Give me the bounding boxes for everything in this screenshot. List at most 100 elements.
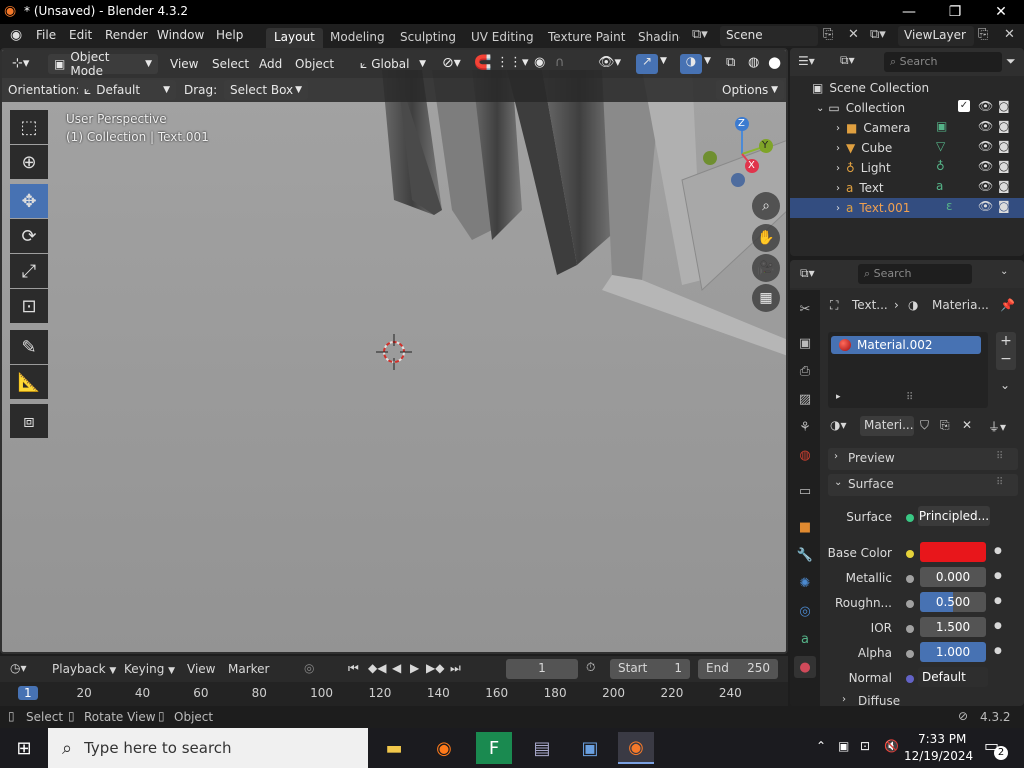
drag-grip-icon[interactable]: ⠿ — [996, 451, 1003, 462]
slot-menu-chevron-icon[interactable]: ⌄ — [1000, 378, 1010, 392]
timeline-editor[interactable]: ◷▾ Playback ▼ Keying ▼ View Marker ◎ ⏮ ◆… — [0, 656, 788, 706]
expand-down-icon[interactable]: ⌄ — [816, 103, 824, 114]
current-frame-field[interactable]: 1 — [506, 659, 578, 679]
material-slot-item[interactable]: Material.002 — [831, 336, 981, 354]
viewport-menu-select[interactable]: Select — [212, 57, 249, 71]
snap-target-icon[interactable]: ⋮⋮▾ — [496, 55, 529, 70]
keyframe-dot-icon[interactable]: ● — [994, 571, 1002, 581]
menu-render[interactable]: Render — [105, 28, 148, 42]
play-icon[interactable]: ▶ — [410, 661, 419, 675]
firefox-button[interactable]: ◉ — [426, 732, 462, 764]
surface-panel-header[interactable]: ⌄ Surface ⠿ — [828, 474, 1018, 496]
collection-tab[interactable]: ▭ — [794, 480, 816, 502]
material-slot-add-remove[interactable]: + − — [996, 332, 1016, 370]
playback-menu[interactable]: Playback ▼ — [52, 662, 116, 676]
timeline-view-menu[interactable]: View — [187, 662, 215, 676]
object-tab[interactable]: ■ — [794, 516, 816, 538]
timeline-editor-icon[interactable]: ◷▾ — [10, 661, 27, 675]
pan-button[interactable]: ✋ — [752, 224, 780, 252]
remove-view-layer-icon[interactable]: ✕ — [1004, 27, 1015, 42]
render-camera-icon[interactable]: ◙ — [998, 199, 1010, 213]
add-cube-tool[interactable]: ⧈ — [10, 404, 48, 438]
text-data-icon[interactable]: a — [936, 179, 943, 193]
jump-start-icon[interactable]: ⏮ — [348, 661, 359, 676]
physics-tab[interactable]: ◎ — [794, 600, 816, 622]
camera-view-button[interactable]: 🎥 — [752, 254, 780, 282]
chevron-down-icon[interactable]: ▼ — [704, 56, 711, 66]
render-camera-icon[interactable]: ◙ — [998, 119, 1010, 133]
select-box-tool[interactable]: ⬚ — [10, 110, 48, 144]
taskbar-date[interactable]: 12/19/2024 — [904, 749, 973, 763]
display-mode-icon[interactable]: ⧉▾ — [840, 53, 855, 68]
normal-field[interactable]: Default — [918, 667, 988, 687]
world-tab[interactable]: ◍ — [794, 444, 816, 466]
mode-dropdown[interactable]: ▣ Object Mode ▼ — [48, 50, 158, 78]
keyframe-dot-icon[interactable]: ● — [994, 546, 1002, 556]
file-explorer-button[interactable]: ▬ — [376, 732, 412, 764]
blender-menu-icon[interactable]: ◉ — [10, 27, 22, 43]
material-browse-icon[interactable]: ◑▾ — [830, 418, 847, 432]
auto-keying-icon[interactable]: ◎ — [304, 661, 314, 675]
scale-tool[interactable]: ⤢ — [10, 254, 48, 288]
mesh-data-icon[interactable]: ▽ — [936, 139, 945, 153]
material-tab[interactable]: ● — [794, 656, 816, 678]
windows-start-button[interactable]: ⊞ — [6, 732, 42, 764]
eye-icon[interactable]: 👁 — [978, 99, 993, 113]
minus-icon[interactable]: − — [1000, 351, 1012, 367]
snap-icon[interactable]: 🧲 — [474, 55, 491, 71]
view-layer-icon[interactable]: ⧉▾ — [870, 27, 886, 42]
maximize-button[interactable]: ❐ — [932, 0, 978, 24]
marker-menu[interactable]: Marker — [228, 662, 269, 676]
tab-texture-paint[interactable]: Texture Paint — [540, 28, 633, 48]
chevron-right-icon[interactable]: › — [842, 694, 846, 705]
chevron-right-icon[interactable]: › — [836, 143, 840, 154]
overlays-icon[interactable]: ◑ — [680, 54, 702, 74]
chevron-up-icon[interactable]: ⌃ — [816, 739, 826, 753]
3d-viewport[interactable]: ⊹▾ ▣ Object Mode ▼ View Select Add Objec… — [0, 48, 788, 654]
start-frame-field[interactable]: Start 1 — [610, 659, 690, 679]
tab-sculpting[interactable]: Sculpting — [392, 28, 464, 48]
network-icon[interactable]: ⊡ — [860, 739, 870, 753]
solid-shading-icon[interactable]: ● — [768, 53, 781, 71]
annotate-tool[interactable]: ✎ — [10, 330, 48, 364]
chevron-right-icon[interactable]: › — [836, 123, 840, 134]
scene-collection-row[interactable]: ▣ Scene Collection — [790, 78, 1024, 98]
zoom-button[interactable]: ⌕ — [752, 192, 780, 220]
view-layer-tab[interactable]: ▨ — [794, 388, 816, 410]
viewport-menu-view[interactable]: View — [170, 57, 198, 71]
editor-type-icon[interactable]: ⊹▾ — [12, 56, 29, 71]
outliner-item-camera[interactable]: › ■ Camera ▣ 👁 ◙ — [790, 118, 1024, 138]
data-tab[interactable]: a — [794, 628, 816, 650]
view-layer-field[interactable]: ViewLayer — [898, 26, 974, 46]
modifier-tab[interactable]: 🔧 — [794, 544, 816, 566]
rotate-tool[interactable]: ⟳ — [10, 219, 48, 253]
material-slot-list[interactable]: Material.002 ▸ ⠿ — [828, 332, 988, 408]
wireframe-shading-icon[interactable]: ◍ — [748, 55, 759, 70]
alpha-field[interactable]: 1.000 — [920, 642, 986, 662]
render-camera-icon[interactable]: ◙ — [998, 139, 1010, 153]
chevron-down-icon[interactable]: ⌄ — [1000, 266, 1008, 277]
keying-menu[interactable]: Keying ▼ — [124, 662, 175, 676]
render-camera-icon[interactable]: ◙ — [998, 159, 1010, 173]
render-camera-icon[interactable]: ◙ — [998, 99, 1010, 113]
properties-search-input[interactable]: ⌕ Search — [858, 264, 972, 284]
tab-shading[interactable]: Shading — [630, 28, 680, 48]
measure-tool[interactable]: 📐 — [10, 365, 48, 399]
unlink-material-icon[interactable]: ✕ — [962, 418, 972, 432]
eye-icon[interactable]: 👁 — [978, 199, 993, 213]
resize-grip-icon[interactable]: ⠿ — [906, 392, 913, 403]
close-button[interactable]: ✕ — [978, 0, 1024, 24]
scene-name-field[interactable]: Scene — [720, 26, 818, 46]
end-frame-field[interactable]: End 250 — [698, 659, 778, 679]
jump-keyframe-back-icon[interactable]: ◆◀ — [368, 661, 386, 675]
render-tab[interactable]: ▣ — [794, 332, 816, 354]
properties-editor-icon[interactable]: ⧉▾ — [800, 266, 815, 281]
app-button-monitor[interactable]: ▣ — [572, 732, 608, 764]
chevron-right-icon[interactable]: › — [836, 203, 840, 214]
particles-tab[interactable]: ✺ — [794, 572, 816, 594]
outliner-item-cube[interactable]: › ▼ Cube ▽ 👁 ◙ — [790, 138, 1024, 158]
new-view-layer-icon[interactable]: ⎘ — [978, 27, 988, 42]
text-data-icon[interactable]: ɛ — [946, 199, 953, 213]
outliner-item-text-001[interactable]: › a Text.001 ɛ 👁 ◙ — [790, 198, 1024, 218]
chevron-down-icon[interactable]: ▼ — [660, 56, 667, 66]
